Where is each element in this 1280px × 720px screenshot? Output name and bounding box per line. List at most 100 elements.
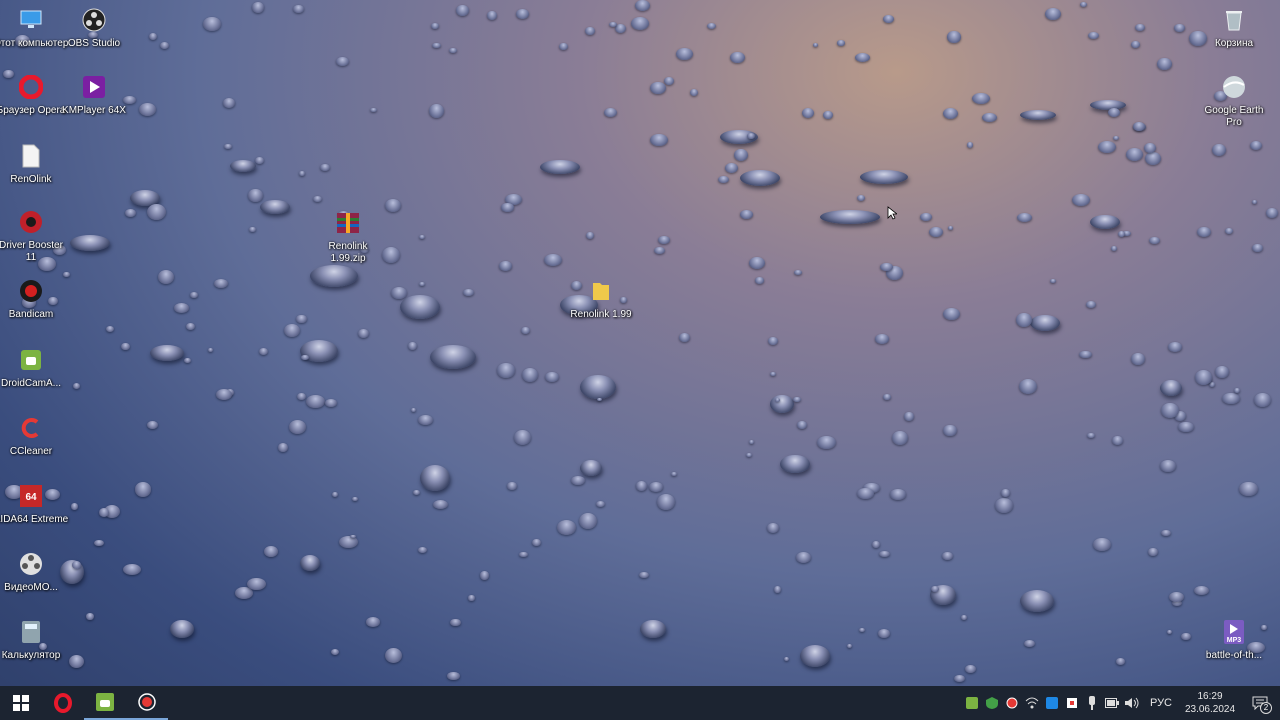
water-droplet (889, 489, 906, 500)
desktop-icon-obs-studio[interactable]: OBS Studio (56, 5, 132, 50)
language-indicator[interactable]: РУС (1150, 697, 1172, 709)
recycle-bin-icon (1219, 5, 1249, 35)
taskbar-droidcam-button[interactable] (84, 686, 126, 720)
water-droplet (1224, 228, 1233, 234)
water-droplet (249, 226, 256, 233)
taskbar-opera-button[interactable] (42, 686, 84, 720)
water-droplet (1194, 585, 1210, 596)
desktop-icon-label: ВидеоМО... (4, 582, 58, 593)
water-droplet (296, 314, 307, 324)
water-droplet (288, 420, 306, 434)
water-droplet (419, 234, 426, 240)
water-droplet (248, 188, 263, 202)
water-droplet (943, 424, 958, 437)
water-droplet (159, 41, 169, 49)
water-droplet (407, 341, 418, 350)
desktop-icon-driver-booster[interactable]: Driver Booster 11 (0, 207, 69, 264)
desktop-icon-renolink-zip[interactable]: Renolink 1.99.zip (310, 208, 386, 265)
desktop-icon-battle-mp3[interactable]: MP3 battle-of-th... (1196, 617, 1272, 662)
water-droplet (966, 142, 974, 149)
windows-icon (13, 695, 29, 711)
water-droplet (543, 253, 563, 267)
water-droplet (186, 322, 196, 330)
taskbar: РУС 16:29 23.06.2024 2 (0, 686, 1280, 720)
water-droplet (411, 408, 417, 412)
water-droplet (320, 164, 331, 172)
water-droplet (1020, 110, 1056, 120)
notification-count-badge: 2 (1260, 702, 1272, 714)
water-droplet (150, 345, 184, 361)
desktop-icon-videomontage[interactable]: ВидеоМО... (0, 549, 69, 594)
water-droplet (418, 547, 427, 554)
water-droplet (222, 97, 236, 108)
water-droplet (965, 665, 976, 673)
desktop-icon-kmplayer[interactable]: KMPlayer 64X (56, 72, 132, 117)
desktop-icon-google-earth[interactable]: Google Earth Pro (1196, 72, 1272, 129)
tray-shield-icon[interactable] (982, 686, 1002, 720)
water-droplet (134, 482, 152, 497)
water-droplet (428, 104, 445, 119)
android-icon (16, 345, 46, 375)
water-droplet (740, 170, 780, 186)
water-droplet (793, 396, 801, 403)
tray-usb-icon[interactable] (1082, 686, 1102, 720)
water-droplet (586, 232, 595, 240)
water-droplet (208, 348, 214, 353)
water-droplet (767, 337, 779, 346)
desktop-icon-label: RenOlink (10, 174, 52, 185)
water-droplet (953, 675, 965, 683)
tray-record-icon[interactable] (1002, 686, 1022, 720)
water-droplet (879, 550, 890, 558)
tray-app-icon[interactable] (1042, 686, 1062, 720)
taskbar-bandicam-button[interactable] (126, 686, 168, 720)
desktop-icon-aida64[interactable]: 64 AIDA64 Extreme (0, 481, 69, 526)
desktop-icon-bandicam[interactable]: Bandicam (0, 276, 69, 321)
desktop-icon-ccleaner[interactable]: CCleaner (0, 413, 69, 458)
water-droplet (310, 265, 358, 287)
tray-security-icon[interactable] (1062, 686, 1082, 720)
water-droplet (1174, 24, 1185, 32)
tray-droidcam-icon[interactable] (962, 686, 982, 720)
water-droplet (1144, 143, 1156, 154)
record-icon (138, 693, 156, 711)
water-droplet (774, 397, 781, 402)
desktop-icon-renolink-folder[interactable]: Renolink 1.99 (563, 276, 639, 321)
water-droplet (513, 429, 532, 446)
desktop-icon-droidcam[interactable]: DroidCamA... (0, 345, 69, 390)
water-droplet (1131, 40, 1140, 48)
water-droplet (1160, 380, 1182, 396)
water-droplet (796, 552, 812, 563)
water-droplet (1148, 548, 1159, 557)
water-droplet (498, 261, 512, 271)
notification-center-button[interactable]: 2 (1240, 686, 1280, 720)
water-droplet (820, 210, 880, 224)
water-droplet (190, 292, 199, 298)
water-droplet (858, 627, 865, 632)
water-droplet (883, 15, 895, 24)
water-droplet (854, 53, 870, 63)
water-droplet (277, 443, 288, 452)
tray-volume-icon[interactable] (1122, 686, 1142, 720)
desktop-icon-recycle-bin[interactable]: Корзина (1196, 5, 1272, 50)
water-droplet (733, 149, 748, 161)
start-button[interactable] (0, 686, 42, 720)
water-droplet (767, 523, 780, 533)
water-droplet (93, 539, 104, 547)
tray-wifi-icon[interactable] (1022, 686, 1042, 720)
desktop-icon-calculator[interactable]: Калькулятор (0, 617, 69, 662)
water-droplet (1251, 243, 1263, 253)
water-droplet (1166, 629, 1173, 634)
desktop-icon-label: CCleaner (9, 446, 53, 457)
water-droplet (431, 42, 441, 49)
water-droplet (796, 420, 807, 429)
water-droplet (223, 143, 232, 150)
taskbar-clock[interactable]: 16:29 23.06.2024 (1180, 690, 1240, 716)
water-droplet (706, 22, 717, 29)
water-droplet (174, 303, 190, 313)
water-droplet (260, 200, 290, 214)
desktop-icon-renolink[interactable]: RenOlink (0, 141, 69, 186)
water-droplet (447, 672, 460, 681)
water-droplet (860, 170, 908, 184)
tray-battery-icon[interactable] (1102, 686, 1122, 720)
water-droplet (904, 412, 914, 421)
